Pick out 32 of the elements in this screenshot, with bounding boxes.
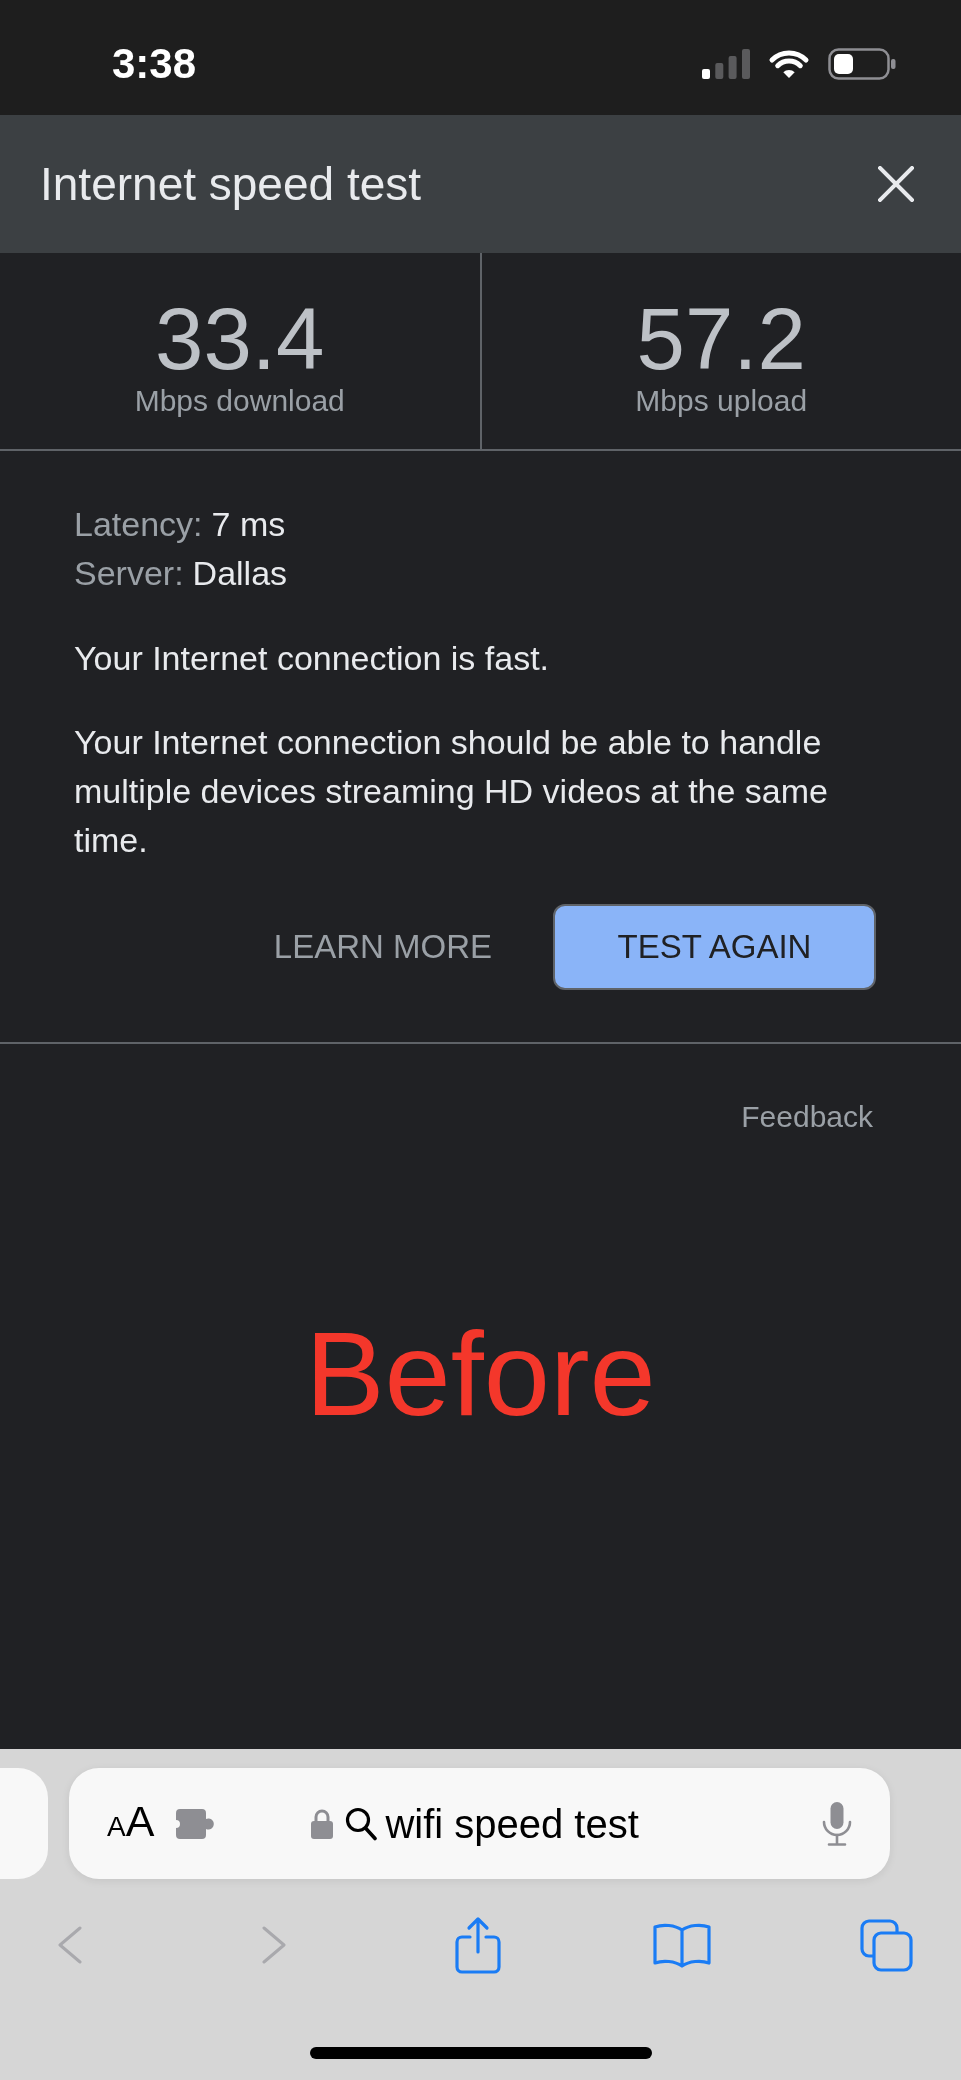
share-icon (455, 1916, 501, 1974)
detail-value: Dallas (192, 553, 288, 594)
speed-value: 57.2 (636, 295, 806, 383)
feedback-link[interactable]: Feedback (741, 1099, 873, 1135)
verdict-text: Your Internet connection is fast. (74, 638, 551, 679)
detail-value: 7 ms (211, 504, 286, 545)
text-button[interactable]: LEARN MORE (253, 904, 512, 990)
chevron-right-icon (261, 1926, 287, 1964)
description-text: Your Internet connection should be able to handle multiple devices streaming HD videos at the same time. (74, 722, 829, 861)
lock-icon (311, 1808, 334, 1839)
microphone-icon[interactable] (822, 1801, 852, 1846)
card-title: Internet speed test (40, 157, 422, 211)
url-field[interactable]: wifi speed test (385, 1799, 639, 1848)
detail-label: Server: (74, 553, 184, 594)
close-icon (878, 166, 914, 202)
primary-button[interactable]: TEST AGAIN (553, 904, 876, 990)
open-book-icon (653, 1922, 711, 1968)
detail-label: Latency: (74, 504, 203, 545)
battery-icon (828, 48, 896, 80)
chevron-left-icon (57, 1926, 83, 1964)
page-menu-button[interactable]: AA (107, 1795, 155, 1852)
cellular-signal-icon (702, 49, 750, 79)
tabs-icon (859, 1918, 913, 1972)
status-time: 3:38 (112, 39, 197, 89)
close-button[interactable] (878, 166, 914, 202)
annotation-text: Before (305, 1306, 656, 1442)
puzzle-piece-icon[interactable] (176, 1808, 217, 1839)
wifi-icon (768, 49, 810, 79)
speed-value: 33.4 (155, 295, 325, 383)
speed-unit: Mbps download (134, 383, 345, 419)
speed-unit: Mbps upload (635, 383, 808, 419)
search-icon (345, 1806, 378, 1841)
